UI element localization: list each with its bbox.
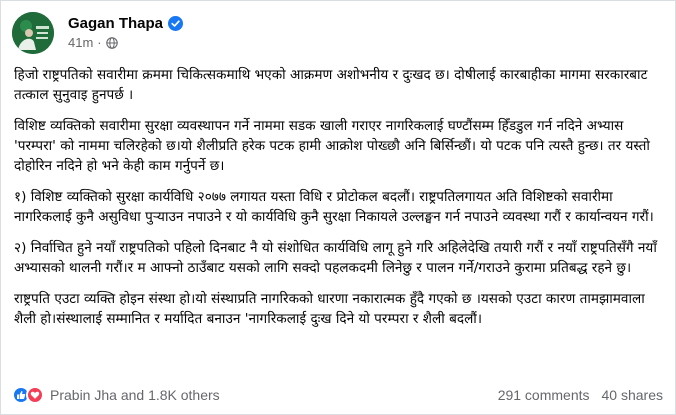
post-paragraph: २) निर्वाचित हुने नयाँ राष्ट्रपतिको पहिल…: [14, 240, 657, 276]
comments-count[interactable]: 291 comments: [498, 387, 590, 403]
post-body: हिजो राष्ट्रपतिको सवारीमा क्रममा चिकित्स…: [14, 65, 664, 340]
post-paragraph: राष्ट्रपति एउटा व्यक्ति होइन संस्था हो।य…: [14, 291, 645, 327]
reactions-label[interactable]: Prabin Jha and 1.8K others: [50, 387, 220, 403]
post-footer: Prabin Jha and 1.8K others 291 comments …: [1, 383, 675, 407]
shares-count[interactable]: 40 shares: [602, 387, 663, 403]
avatar[interactable]: [12, 12, 54, 54]
post-paragraph: विशिष्ट व्यक्तिको सवारीमा सुरक्षा व्यवस्…: [14, 118, 650, 174]
engagement-counts: 291 comments 40 shares: [486, 387, 663, 403]
post-header: Gagan Thapa 41m ·: [12, 12, 184, 54]
reactions-summary[interactable]: Prabin Jha and 1.8K others: [12, 386, 220, 404]
facebook-post: Gagan Thapa 41m · हिजो राष्ट्रपतिको सवार…: [0, 0, 676, 415]
post-meta: Gagan Thapa 41m ·: [68, 15, 184, 50]
separator: ·: [97, 35, 102, 50]
post-time[interactable]: 41m: [68, 35, 93, 50]
post-paragraph: हिजो राष्ट्रपतिको सवारीमा क्रममा चिकित्स…: [14, 67, 648, 103]
post-paragraph: १) विशिष्ट व्यक्तिको सुरक्षा कार्यविधि २…: [14, 189, 654, 225]
love-icon: [26, 386, 44, 404]
verified-icon: [168, 16, 184, 31]
globe-icon[interactable]: [105, 36, 118, 49]
author-name[interactable]: Gagan Thapa: [68, 15, 163, 32]
